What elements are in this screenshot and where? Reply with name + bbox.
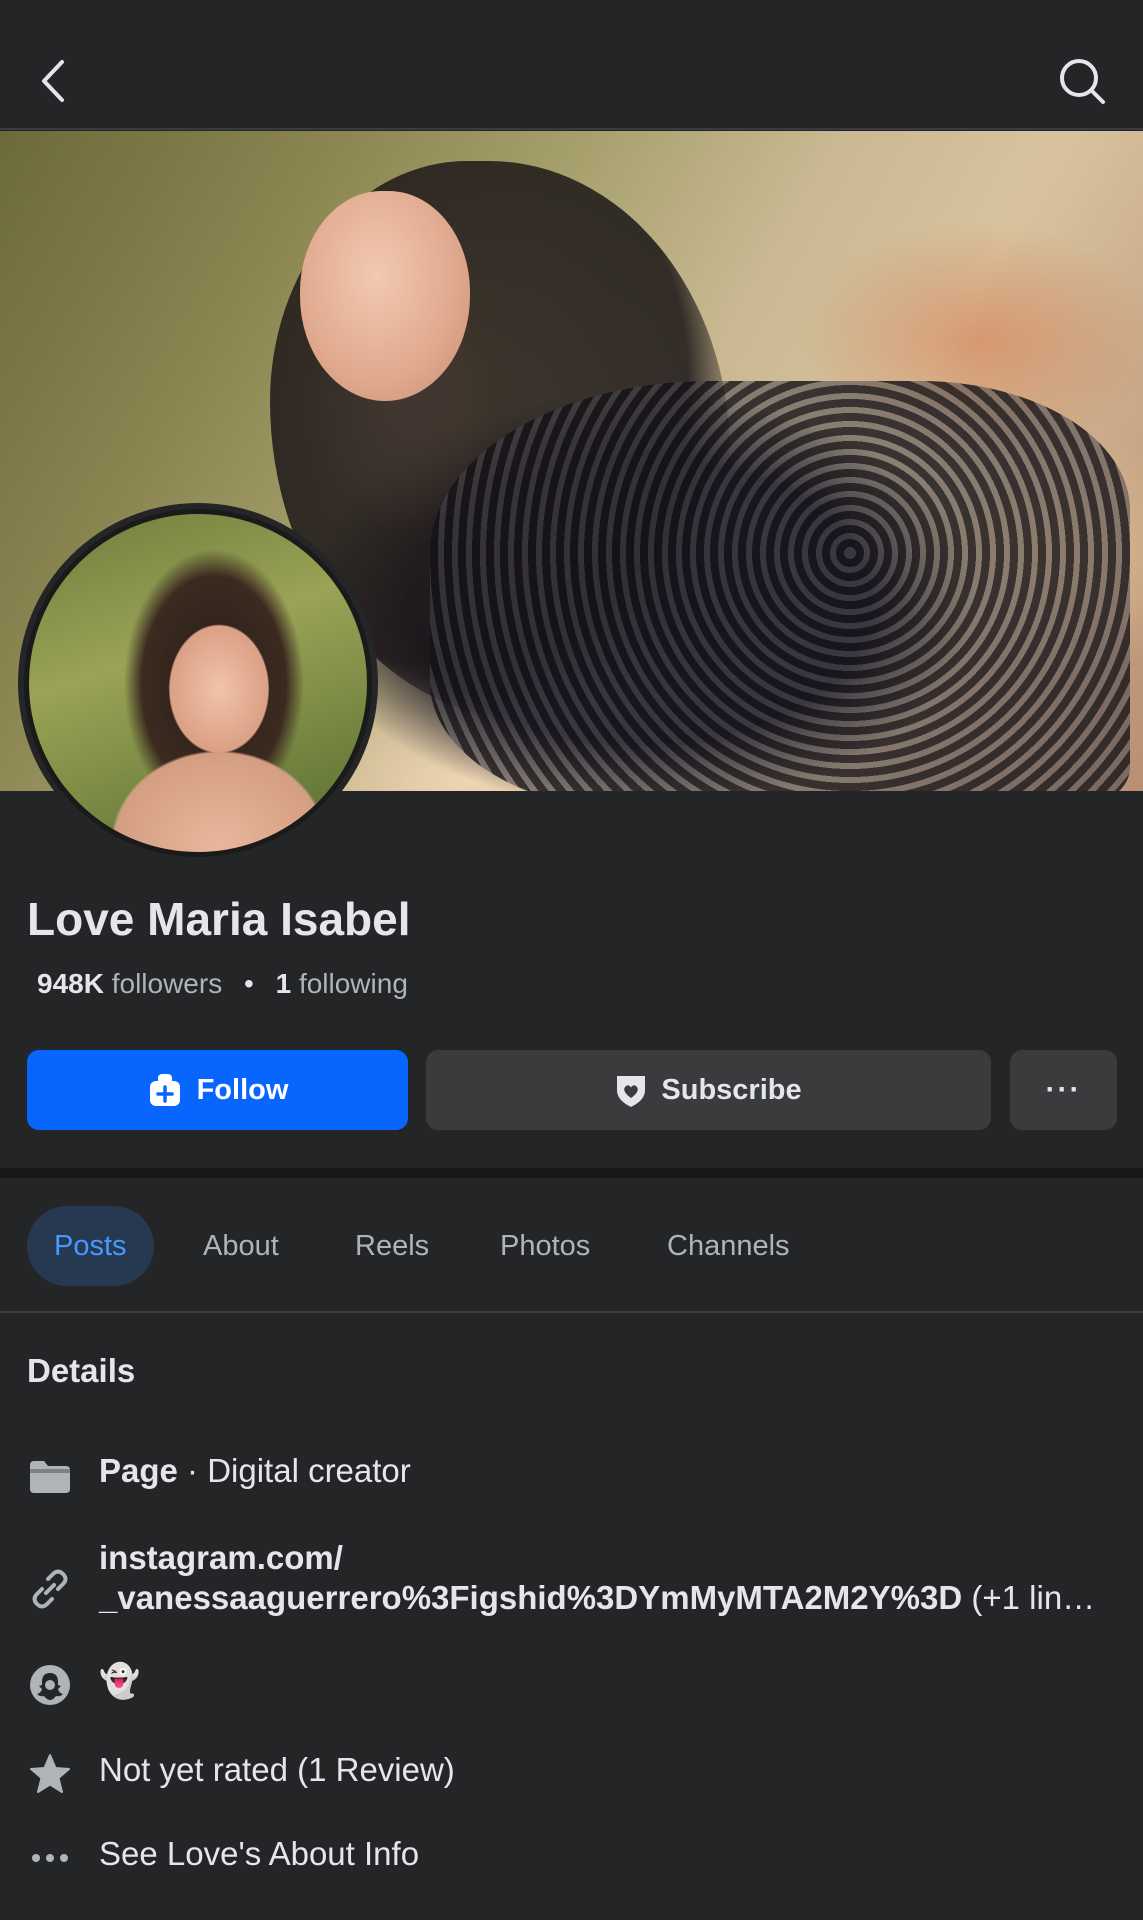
star-icon	[27, 1751, 73, 1797]
details-heading: Details	[27, 1352, 136, 1389]
profile-avatar[interactable]	[18, 503, 378, 863]
subscribe-button[interactable]: Subscribe	[426, 1050, 991, 1130]
follow-button[interactable]: Follow	[27, 1050, 408, 1130]
website-link-line1[interactable]: instagram.com/	[99, 1538, 1095, 1578]
tab-reels[interactable]: Reels	[355, 1206, 429, 1286]
cover-photo-outfit	[430, 381, 1130, 791]
subscribe-label: Subscribe	[661, 1073, 802, 1106]
website-link-more[interactable]: (+1 lin…	[962, 1579, 1095, 1616]
snapchat-icon	[27, 1662, 73, 1708]
following-label[interactable]: following	[299, 968, 408, 999]
followers-count[interactable]: 948K	[37, 968, 104, 999]
avatar-image	[24, 509, 372, 857]
link-icon	[27, 1566, 73, 1612]
page-flag-icon	[27, 1454, 73, 1500]
tab-posts[interactable]: Posts	[27, 1206, 154, 1286]
about-info-link[interactable]: See Love's About Info	[99, 1835, 419, 1873]
tab-photos[interactable]: Photos	[500, 1206, 590, 1286]
followers-label[interactable]: followers	[112, 968, 222, 999]
more-dots-icon	[27, 1835, 73, 1881]
follow-label: Follow	[196, 1073, 289, 1106]
user-add-icon	[149, 1074, 180, 1106]
cover-photo-face	[300, 191, 470, 401]
profile-name: Love Maria Isabel	[27, 893, 411, 945]
chevron-left-icon[interactable]	[34, 56, 74, 106]
page-type-label: Page	[99, 1452, 178, 1489]
more-dots-icon: ···	[1045, 1073, 1082, 1106]
section-divider	[0, 1168, 1143, 1178]
page-category: · Digital creator	[177, 1452, 411, 1489]
following-count[interactable]: 1	[276, 968, 292, 999]
rating-link[interactable]: Not yet rated (1 Review)	[99, 1751, 455, 1789]
profile-tabs: Posts About Reels Photos Channels	[0, 1178, 1143, 1313]
separator-dot: •	[243, 968, 254, 999]
follower-stats: 948K followers • 1 following	[37, 968, 408, 1000]
tab-channels[interactable]: Channels	[667, 1206, 790, 1286]
search-icon[interactable]	[1057, 56, 1107, 106]
heart-shield-icon	[617, 1076, 646, 1107]
website-link-line2[interactable]: _vanessaaguerrero%3Figshid%3DYmMyMTA2M2Y…	[99, 1579, 962, 1616]
snapchat-handle[interactable]: 👻	[99, 1662, 140, 1701]
tab-about[interactable]: About	[203, 1206, 279, 1286]
top-bar	[0, 0, 1143, 130]
more-options-button[interactable]: ···	[1010, 1050, 1117, 1130]
